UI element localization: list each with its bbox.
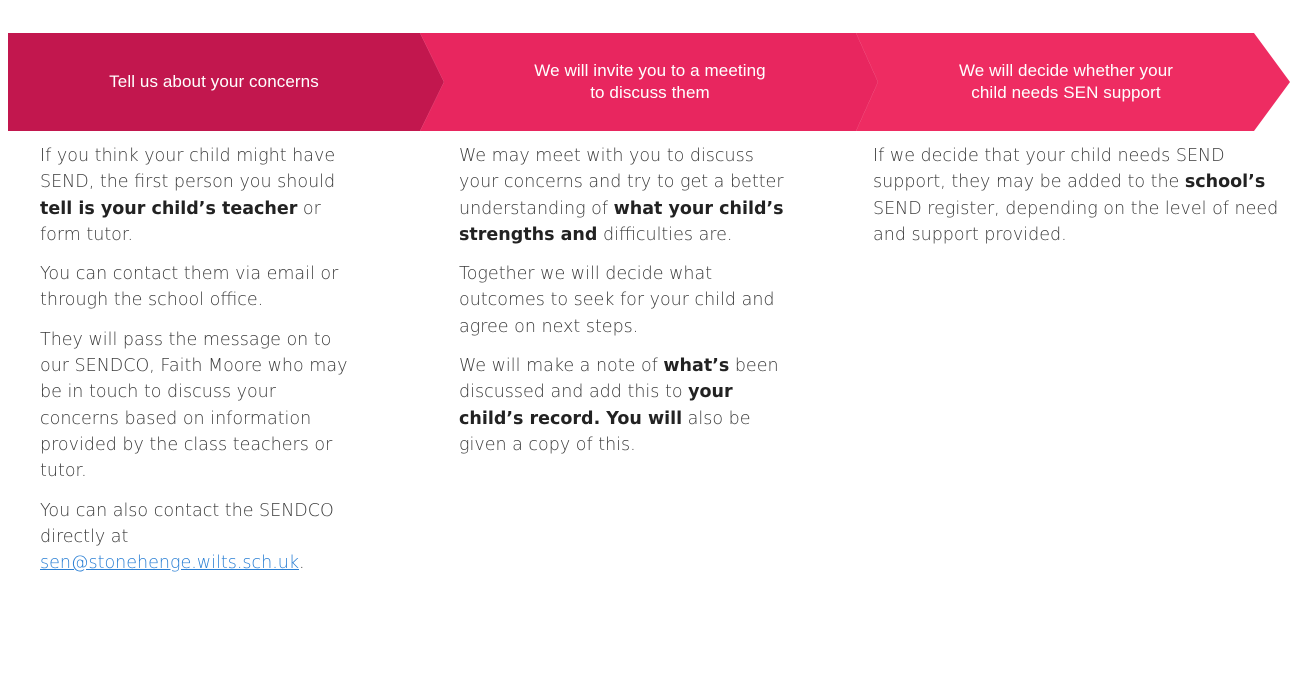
- step-2-label: We will invite you to a meeting to discu…: [534, 61, 766, 102]
- text: If we decide that your child needs SEND …: [873, 146, 1225, 193]
- step-1-label: Tell us about your concerns: [109, 72, 319, 91]
- process-banner: Tell us about your concerns We will invi…: [8, 33, 1290, 131]
- step-1-paragraph-4: You can also contact the SENDCO directly…: [40, 498, 360, 577]
- text: difficulties are.: [597, 224, 733, 245]
- step-2-paragraph-3: We will make a note of what’s been discu…: [459, 353, 789, 458]
- step-2-paragraph-1: We may meet with you to discuss your con…: [459, 143, 789, 248]
- emphasis-text: tell is your child’s teacher: [40, 198, 298, 219]
- sendco-email-link[interactable]: sen@stonehenge.wilts.sch.uk: [40, 553, 299, 573]
- step-2-description: We may meet with you to discuss your con…: [459, 143, 789, 471]
- step-3-paragraph-1: If we decide that your child needs SEND …: [873, 143, 1293, 248]
- text: We will make a note of: [459, 356, 664, 377]
- text: .: [299, 553, 305, 574]
- step-3-description: If we decide that your child needs SEND …: [873, 143, 1293, 261]
- step-1-paragraph-3: They will pass the message on to our SEN…: [40, 329, 348, 482]
- text: You can also contact the SENDCO directly…: [40, 500, 334, 547]
- emphasis-text: school’s: [1184, 172, 1266, 193]
- step-1-paragraph-1: If you think your child might have SEND,…: [40, 143, 360, 248]
- text: SEND register, depending on the level of…: [873, 198, 1279, 245]
- step-2-paragraph-2: Together we will decide what outcomes to…: [459, 264, 775, 337]
- emphasis-text: what’s: [663, 356, 730, 377]
- text: If you think your child might have SEND,…: [40, 146, 336, 193]
- step-1-description: If you think your child might have SEND,…: [40, 143, 360, 589]
- step-3-label: We will decide whether your child needs …: [958, 61, 1174, 102]
- step-descriptions: If you think your child might have SEND,…: [0, 143, 1297, 694]
- step-1-paragraph-2: You can contact them via email or throug…: [40, 264, 339, 311]
